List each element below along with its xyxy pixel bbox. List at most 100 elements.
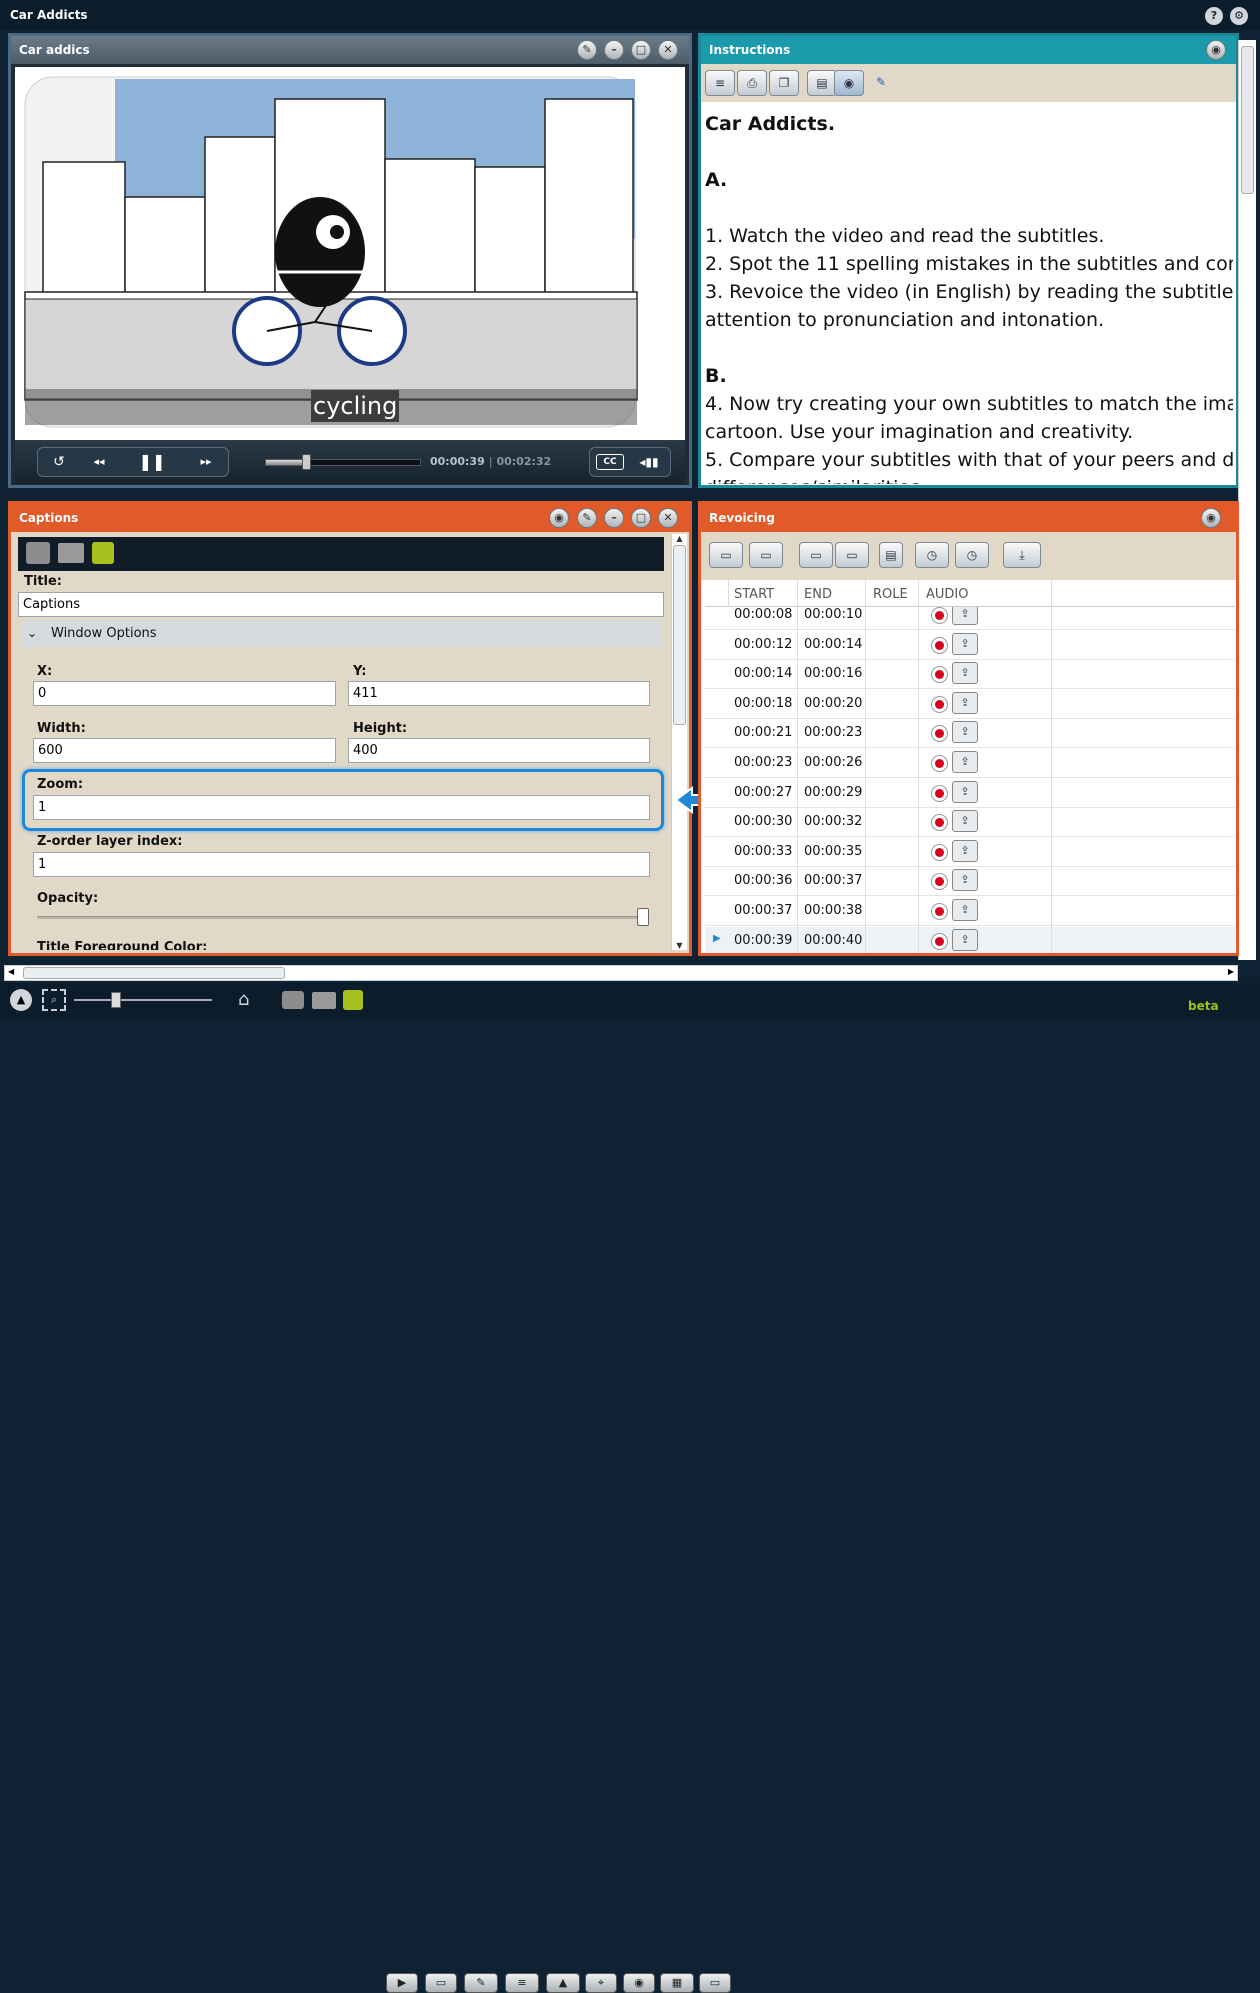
add-caption-icon[interactable]: ▭ [709, 542, 743, 568]
edit-pencil-icon[interactable]: ✎ [866, 70, 896, 96]
print-icon[interactable]: ⎙ [737, 70, 767, 96]
width-field[interactable]: 600 [33, 738, 336, 763]
upload-audio-icon[interactable]: ⇪ [952, 691, 978, 714]
table-row[interactable]: 00:00:27 00:00:29 ⇪ [705, 779, 1235, 808]
add-grid-widget-icon[interactable]: ▦ [660, 1973, 694, 1993]
upload-audio-icon[interactable]: ⇪ [952, 810, 978, 833]
camera-icon[interactable]: ◉ [1201, 508, 1221, 528]
record-icon[interactable] [931, 784, 948, 802]
column-role[interactable]: ROLE [873, 587, 908, 602]
record-icon[interactable] [931, 755, 948, 772]
table-row[interactable]: 00:00:36 00:00:37 ⇪ [705, 867, 1235, 897]
wrench-icon[interactable]: ✎ [577, 40, 597, 60]
record-icon[interactable] [931, 932, 948, 950]
add-feed-widget-icon[interactable]: ◉ [623, 1973, 655, 1993]
zoom-fit-icon[interactable]: ⌕ [42, 989, 66, 1011]
scroll-right-icon[interactable]: ▶ [1228, 967, 1234, 976]
volume-icon[interactable]: ◂▮▮ [634, 451, 664, 473]
camera-icon[interactable]: ◉ [1206, 40, 1226, 60]
close-icon[interactable]: ✕ [658, 508, 678, 528]
add-caption-widget-icon[interactable]: ▭ [425, 1973, 457, 1993]
maximize-icon[interactable]: □ [631, 508, 651, 528]
caption-left-icon[interactable]: ▭ [799, 542, 833, 568]
caption-right-icon[interactable]: ▭ [835, 542, 869, 568]
upload-audio-icon[interactable]: ⇪ [952, 899, 978, 921]
upload-audio-icon[interactable]: ⇪ [952, 780, 978, 803]
captions-scroll-thumb[interactable] [673, 545, 686, 725]
close-icon[interactable]: ✕ [658, 40, 678, 60]
record-icon[interactable] [931, 725, 948, 743]
upload-audio-icon[interactable]: ⇪ [952, 928, 978, 951]
column-end[interactable]: END [804, 587, 832, 602]
replay-button[interactable]: ↺ [40, 450, 78, 474]
wrench-icon[interactable]: ✎ [577, 508, 597, 528]
add-video-widget-icon[interactable]: ▶ [386, 1973, 418, 1993]
notes-icon[interactable]: ≡ [705, 70, 735, 96]
zoom-field[interactable]: 1 [33, 795, 650, 820]
seek-bar[interactable] [265, 459, 421, 466]
home-icon[interactable]: ⌂ [238, 989, 249, 1010]
collapse-icon[interactable]: ▲ [10, 989, 32, 1011]
y-field[interactable]: 411 [348, 681, 650, 706]
height-field[interactable]: 400 [348, 738, 650, 763]
remove-timed-caption-icon[interactable]: ◷ [955, 542, 989, 568]
record-icon[interactable] [931, 843, 948, 861]
record-icon[interactable] [931, 607, 948, 624]
delete-caption-icon[interactable]: ▭ [749, 542, 783, 568]
pause-button[interactable]: ❚❚ [120, 450, 184, 474]
opacity-slider-track[interactable] [37, 916, 649, 919]
closed-captions-button[interactable]: CC [596, 454, 624, 470]
table-row[interactable]: 00:00:37 00:00:38 ⇪ [705, 897, 1235, 926]
rewind-button[interactable]: ◂◂ [80, 450, 118, 474]
upload-audio-icon[interactable]: ⇪ [952, 839, 978, 862]
upload-audio-icon[interactable]: ⇪ [952, 721, 978, 744]
help-icon[interactable]: ? [1205, 7, 1223, 25]
add-image-widget-icon[interactable]: ▲ [546, 1973, 580, 1993]
zoom-slider-handle[interactable] [111, 992, 121, 1008]
minimize-icon[interactable]: – [604, 40, 624, 60]
record-icon[interactable] [931, 666, 948, 684]
table-row[interactable]: 00:00:18 00:00:20 ⇪ [705, 690, 1235, 719]
record-icon[interactable] [931, 903, 948, 920]
add-window-widget-icon[interactable]: ▭ [699, 1973, 731, 1993]
folder-icon[interactable] [58, 543, 84, 563]
column-audio[interactable]: AUDIO [926, 587, 969, 602]
opacity-slider-handle[interactable] [637, 908, 649, 926]
table-row[interactable]: 00:00:21 00:00:23 ⇪ [705, 719, 1235, 749]
record-icon[interactable] [931, 695, 948, 713]
record-icon[interactable] [931, 636, 948, 654]
table-row[interactable]: ▶ 00:00:39 00:00:40 ⇪ [705, 926, 1235, 953]
horizontal-scroll-thumb[interactable] [23, 967, 285, 979]
fastforward-button[interactable]: ▸▸ [186, 450, 226, 474]
table-row[interactable]: 00:00:14 00:00:16 ⇪ [705, 660, 1235, 690]
upload-audio-icon[interactable]: ⇪ [952, 632, 978, 655]
table-row[interactable]: 00:00:08 00:00:10 ⇪ [705, 607, 1235, 630]
seek-handle[interactable] [301, 454, 311, 470]
maximize-icon[interactable]: □ [631, 40, 651, 60]
minimize-icon[interactable]: – [604, 508, 624, 528]
table-row[interactable]: 00:00:30 00:00:32 ⇪ [705, 808, 1235, 838]
video-frame[interactable]: cycling [15, 67, 685, 440]
import-audio-icon[interactable]: ⤓ [1003, 542, 1041, 568]
column-start[interactable]: START [734, 587, 774, 602]
zorder-field[interactable]: 1 [33, 852, 650, 877]
table-row[interactable]: 00:00:12 00:00:14 ⇪ [705, 631, 1235, 660]
captions-scrollbar[interactable]: ▲ ▼ [671, 534, 687, 950]
table-row[interactable]: 00:00:33 00:00:35 ⇪ [705, 838, 1235, 867]
settings-icon[interactable]: ⚙ [1230, 7, 1248, 25]
add-timed-caption-icon[interactable]: ◷ [915, 542, 949, 568]
upload-audio-icon[interactable]: ⇪ [952, 751, 978, 773]
open-user-folder-icon[interactable] [282, 991, 304, 1009]
document-icon[interactable]: ▤ [879, 542, 903, 568]
x-field[interactable]: 0 [33, 681, 336, 706]
add-map-widget-icon[interactable]: ⌖ [585, 1973, 617, 1993]
add-draw-widget-icon[interactable]: ✎ [464, 1973, 498, 1993]
zoom-slider[interactable] [74, 999, 212, 1001]
main-vertical-scrollbar[interactable] [1238, 40, 1256, 960]
upload-audio-icon[interactable]: ⇪ [952, 607, 978, 625]
upload-audio-icon[interactable]: ⇪ [952, 869, 978, 892]
scroll-up-icon[interactable]: ▲ [672, 534, 687, 543]
main-scroll-thumb[interactable] [1241, 46, 1254, 194]
title-field[interactable]: Captions [18, 592, 664, 617]
add-text-widget-icon[interactable]: ≡ [505, 1973, 539, 1993]
